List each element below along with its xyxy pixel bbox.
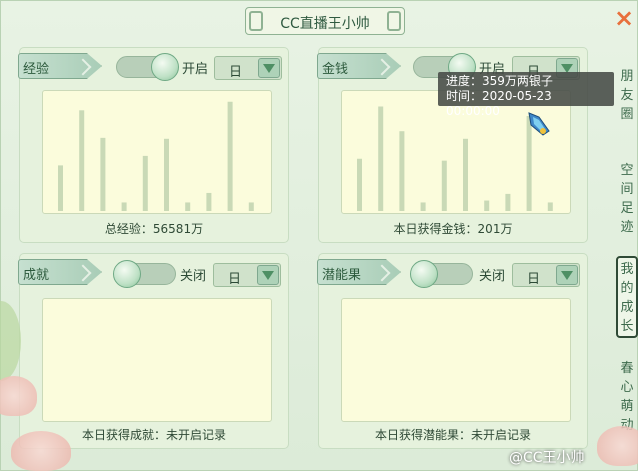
toggle-knob[interactable]	[151, 53, 179, 81]
chart-bar[interactable]	[378, 106, 384, 212]
experience-chart	[42, 90, 272, 214]
lotus-decoration	[597, 426, 638, 466]
potential-chart	[341, 298, 571, 422]
arrow-icon	[74, 264, 92, 282]
chart-bar[interactable]	[484, 200, 490, 211]
chart-bar[interactable]	[79, 110, 85, 211]
achievement-chart	[42, 298, 272, 422]
chart-bar[interactable]	[248, 202, 254, 211]
chart-bar[interactable]	[121, 202, 127, 211]
leaf-decoration	[0, 301, 21, 381]
chart-bar[interactable]	[206, 192, 212, 211]
growth-window: CC直播王小帅 × 经验 开启 日 总经验：56581万 金钱 开启 日 本日获…	[0, 0, 638, 471]
panel-tag: 金钱	[317, 53, 401, 79]
chevron-down-icon[interactable]	[257, 265, 279, 285]
lotus-decoration	[0, 376, 37, 416]
toggle-state-label: 开启	[182, 62, 209, 77]
chart-bar[interactable]	[547, 202, 553, 211]
chevron-down-icon[interactable]	[556, 265, 578, 285]
panel-tag: 潜能果	[317, 259, 401, 285]
gem-cursor-icon	[528, 112, 550, 136]
panel-achievement: 成就 关闭 日 本日获得成就：未开启记录	[18, 253, 289, 449]
tooltip-progress: 进度：359万两银子	[446, 74, 553, 88]
toggle-state-label: 关闭	[180, 269, 207, 284]
chart-bar[interactable]	[505, 193, 511, 211]
title-bar: CC直播王小帅	[245, 7, 405, 35]
chart-bar[interactable]	[185, 202, 191, 211]
chart-bar[interactable]	[441, 160, 447, 211]
chart-bar[interactable]	[420, 202, 426, 211]
panel-footer: 总经验：56581万	[104, 222, 204, 236]
period-select[interactable]: 日	[213, 263, 281, 287]
record-toggle[interactable]	[116, 53, 179, 81]
record-toggle[interactable]	[410, 260, 473, 288]
window-title: CC直播王小帅	[280, 16, 370, 32]
close-button[interactable]: ×	[613, 6, 635, 30]
title-ornament-right	[387, 11, 401, 31]
panel-tag: 成就	[18, 259, 102, 285]
panel-footer: 本日获得潜能果：未开启记录	[374, 428, 531, 442]
panel-footer: 本日获得金钱：201万	[393, 222, 513, 236]
toggle-state-label: 关闭	[479, 269, 506, 284]
panel-potential-fruit: 潜能果 关闭 日 本日获得潜能果：未开启记录	[317, 253, 588, 449]
chart-bar[interactable]	[357, 158, 362, 211]
panel-tag: 经验	[18, 53, 102, 79]
chart-bar[interactable]	[58, 165, 63, 211]
panel-experience: 经验 开启 日 总经验：56581万	[18, 47, 289, 243]
chart-bar[interactable]	[100, 137, 106, 211]
side-tab-romance[interactable]: 春心萌动	[615, 359, 638, 435]
arrow-icon	[373, 58, 391, 76]
chart-bar[interactable]	[399, 131, 405, 211]
chart-bar[interactable]	[164, 138, 169, 211]
chart-bar[interactable]	[227, 101, 233, 211]
chart-bar[interactable]	[463, 138, 468, 211]
record-toggle[interactable]	[113, 260, 176, 288]
toggle-knob[interactable]	[410, 260, 438, 288]
side-tab-growth[interactable]: 我的成长	[616, 256, 638, 338]
side-tab-space[interactable]: 空间足迹	[615, 161, 638, 237]
period-select[interactable]: 日	[214, 56, 282, 80]
period-select[interactable]: 日	[512, 263, 580, 287]
toggle-knob[interactable]	[113, 260, 141, 288]
arrow-icon	[74, 58, 92, 76]
chevron-down-icon[interactable]	[258, 58, 280, 78]
chart-tooltip: 进度：359万两银子 时间：2020-05-23 00:00:00	[438, 72, 614, 118]
arrow-icon	[373, 264, 391, 282]
side-tab-friends[interactable]: 朋友圈	[615, 67, 638, 124]
lotus-decoration	[11, 431, 71, 471]
chart-bar[interactable]	[142, 155, 148, 211]
watermark: @CC王小帅	[509, 450, 585, 466]
